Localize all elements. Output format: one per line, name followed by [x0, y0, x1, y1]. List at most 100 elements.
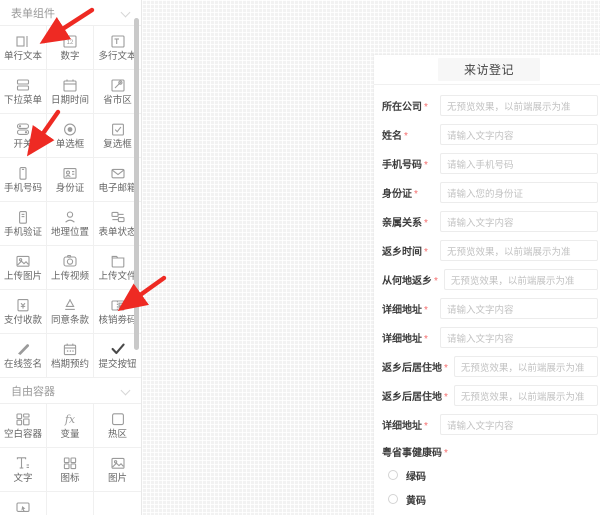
- field-placeholder: 请输入您的身份证: [447, 186, 523, 200]
- component-label: 上传视频: [51, 272, 89, 282]
- required-asterisk: *: [424, 421, 428, 432]
- chevron-down-icon[interactable]: [122, 386, 131, 395]
- text-icon: [14, 455, 32, 472]
- field-input[interactable]: 无预览效果，以前端展示为准: [454, 356, 598, 377]
- field-input[interactable]: 请输入文字内容: [440, 414, 598, 435]
- email-icon: [109, 165, 127, 182]
- component-item-上传图片[interactable]: 上传图片: [0, 246, 47, 290]
- component-item-按钮[interactable]: 按钮: [0, 492, 47, 515]
- form-status-icon: [109, 209, 127, 226]
- component-label: 文字: [13, 474, 32, 484]
- component-item-同意条款[interactable]: 同意条款: [47, 290, 94, 334]
- component-item-图标[interactable]: 图标: [47, 448, 94, 492]
- radio-icon: [61, 121, 79, 138]
- component-item-支付收款[interactable]: 支付收款: [0, 290, 47, 334]
- group-header-form-components[interactable]: 表单组件: [0, 0, 141, 26]
- field-placeholder: 请输入文字内容: [447, 418, 514, 432]
- field-label: 身份证*: [382, 185, 434, 200]
- sidebar-scrollbar-track[interactable]: [135, 0, 140, 515]
- component-item-档期预约[interactable]: 档期预约: [47, 334, 94, 378]
- field-placeholder: 无预览效果，以前端展示为准: [451, 273, 575, 287]
- field-label: 返乡后居住地*: [382, 388, 448, 403]
- page-title: 来访登记: [438, 58, 540, 81]
- svg-text:12: 12: [67, 40, 74, 46]
- radio-button-icon[interactable]: [388, 494, 398, 504]
- group-header-free-container[interactable]: 自由容器: [0, 378, 141, 404]
- component-label: 身份证: [56, 184, 85, 194]
- blank-container-icon: [14, 411, 32, 428]
- radio-option-label: 绿码: [406, 468, 426, 483]
- field-placeholder: 无预览效果，以前端展示为准: [461, 360, 585, 374]
- component-item-开关[interactable]: 开关: [0, 114, 47, 158]
- radio-option-绿码[interactable]: 绿码: [374, 463, 600, 487]
- component-label: 复选框: [103, 140, 132, 150]
- chevron-down-icon[interactable]: [122, 8, 131, 17]
- component-label: 单行文本: [4, 52, 42, 62]
- field-input[interactable]: 请输入文字内容: [440, 211, 598, 232]
- component-item-手机号码[interactable]: 手机号码: [0, 158, 47, 202]
- design-canvas[interactable]: 来访登记 所在公司*无预览效果，以前端展示为准姓名*请输入文字内容手机号码*请输…: [142, 0, 600, 515]
- radio-button-icon[interactable]: [388, 470, 398, 480]
- field-input[interactable]: 无预览效果，以前端展示为准: [440, 240, 598, 261]
- radio-option-label: 黄码: [406, 492, 426, 507]
- component-label: 空白容器: [4, 430, 42, 440]
- field-label: 所在公司*: [382, 98, 434, 113]
- required-asterisk: *: [424, 334, 428, 345]
- component-item-身份证[interactable]: 身份证: [47, 158, 94, 202]
- field-input[interactable]: 请输入您的身份证: [440, 182, 598, 203]
- sidebar-scrollbar-thumb[interactable]: [134, 18, 139, 350]
- switch-icon: [14, 121, 32, 138]
- checkbox-icon: [109, 121, 127, 138]
- field-input[interactable]: 无预览效果，以前端展示为准: [444, 269, 598, 290]
- component-item-文字[interactable]: 文字: [0, 448, 47, 492]
- form-field-row: 详细地址*请输入文字内容: [374, 323, 600, 352]
- form-field-row: 姓名*请输入文字内容: [374, 120, 600, 149]
- preview-field-list: 所在公司*无预览效果，以前端展示为准姓名*请输入文字内容手机号码*请输入手机号码…: [374, 85, 600, 515]
- component-item-上传视频[interactable]: 上传视频: [47, 246, 94, 290]
- component-item-在线签名[interactable]: 在线签名: [0, 334, 47, 378]
- component-item-变量[interactable]: fx变量: [47, 404, 94, 448]
- component-item-空白容器[interactable]: 空白容器: [0, 404, 47, 448]
- field-input[interactable]: 请输入文字内容: [440, 298, 598, 319]
- required-asterisk: *: [444, 448, 448, 459]
- component-label: 手机验证: [4, 228, 42, 238]
- component-item-地理位置[interactable]: 地理位置: [47, 202, 94, 246]
- form-field-row: 从何地返乡*无预览效果，以前端展示为准: [374, 265, 600, 294]
- required-asterisk: *: [414, 189, 418, 200]
- region-icon: [109, 77, 127, 94]
- form-field-row: 详细地址* 请输入文字内容: [374, 294, 600, 323]
- component-item-热区[interactable]: 热区: [94, 404, 141, 448]
- component-item-单行文本[interactable]: 单行文本: [0, 26, 47, 70]
- component-label: 手机号码: [4, 184, 42, 194]
- date-time-icon: [61, 77, 79, 94]
- field-placeholder: 请输入文字内容: [447, 302, 514, 316]
- component-label: 档期预约: [51, 360, 89, 370]
- field-placeholder: 请输入文字内容: [447, 331, 514, 345]
- required-asterisk: *: [424, 305, 428, 316]
- field-label: 返乡后居住地*: [382, 359, 448, 374]
- component-label: 表单状态: [98, 228, 136, 238]
- component-item-数字[interactable]: 12数字: [47, 26, 94, 70]
- component-item-单选框[interactable]: 单选框: [47, 114, 94, 158]
- radio-option-黄码[interactable]: 黄码: [374, 487, 600, 511]
- field-input[interactable]: 请输入文字内容: [440, 327, 598, 348]
- required-asterisk: *: [424, 160, 428, 171]
- field-label: 详细地址*: [382, 301, 434, 316]
- component-label: 在线签名: [4, 360, 42, 370]
- phone-verify-icon: [14, 209, 32, 226]
- agree-terms-icon: [61, 297, 79, 314]
- component-item-日期时间[interactable]: 日期时间: [47, 70, 94, 114]
- field-input[interactable]: 请输入文字内容: [440, 124, 598, 145]
- field-input[interactable]: 无预览效果，以前端展示为准: [440, 95, 598, 116]
- component-item-下拉菜单[interactable]: 下拉菜单: [0, 70, 47, 114]
- form-designer-screen: 表单组件单行文本12数字多行文本下拉菜单日期时间省市区开关单选框复选框手机号码身…: [0, 0, 600, 515]
- component-item-手机验证[interactable]: 手机验证: [0, 202, 47, 246]
- field-input[interactable]: 请输入手机号码: [440, 153, 598, 174]
- single-line-text-icon: [14, 33, 32, 50]
- component-item-图片[interactable]: 图片: [94, 448, 141, 492]
- id-card-icon: [61, 165, 79, 182]
- component-grid-form-components: 单行文本12数字多行文本下拉菜单日期时间省市区开关单选框复选框手机号码身份证电子…: [0, 26, 141, 378]
- form-field-row: 详细地址*请输入文字内容: [374, 410, 600, 439]
- component-label: 图标: [60, 474, 79, 484]
- field-input[interactable]: 无预览效果，以前端展示为准: [454, 385, 598, 406]
